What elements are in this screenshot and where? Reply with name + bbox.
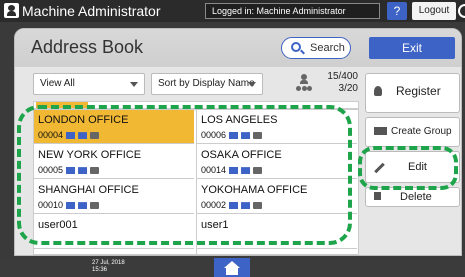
register-button[interactable]: Register [365,73,460,113]
search-icon [291,42,301,52]
add-user-icon [374,86,382,96]
page-count: 3/20 [338,83,358,94]
create-group-button[interactable]: Create Group [365,117,460,147]
page-title: Address Book [31,37,144,57]
search-label: Search [310,42,345,54]
view-select[interactable]: View All [33,73,145,95]
home-icon-base [226,268,238,275]
add-group-icon [374,127,387,135]
entry-count: 15/400 [327,71,358,82]
energy-saver-icon[interactable] [458,4,465,18]
home-icon [224,261,240,268]
logged-in-status: Logged in: Machine Administrator [205,3,380,19]
edit-highlight [358,146,458,190]
admin-name: Machine Administrator [22,3,161,19]
sort-select[interactable]: Sort by Display Name [151,73,263,95]
delete-label: Delete [400,191,432,203]
view-select-value: View All [40,78,75,89]
create-group-label: Create Group [391,126,452,137]
sort-select-value: Sort by Display Name [158,78,255,89]
delete-button[interactable]: Delete [365,187,460,207]
register-label: Register [396,84,441,98]
chevron-down-icon [130,82,138,87]
list-highlight [17,105,352,245]
exit-button[interactable]: Exit [369,37,455,59]
top-status-bar: Machine Administrator Logged in: Machine… [0,0,465,22]
logout-button[interactable]: Logout [412,2,456,20]
user-icon [4,3,19,18]
date-label: 27 Jul, 2018 [92,260,125,266]
chevron-down-icon [248,82,256,87]
panel-header: Address Book Search Exit [15,29,461,67]
home-button[interactable] [214,258,250,277]
search-button[interactable]: Search [281,37,351,59]
bottom-bar: 27 Jul, 2018 15:36 [0,258,465,277]
help-button[interactable]: ? [387,2,407,20]
date-time: 27 Jul, 2018 15:36 [92,260,125,274]
group-count-icon [296,74,312,94]
trash-icon [374,192,381,200]
time-label: 15:36 [92,267,108,273]
